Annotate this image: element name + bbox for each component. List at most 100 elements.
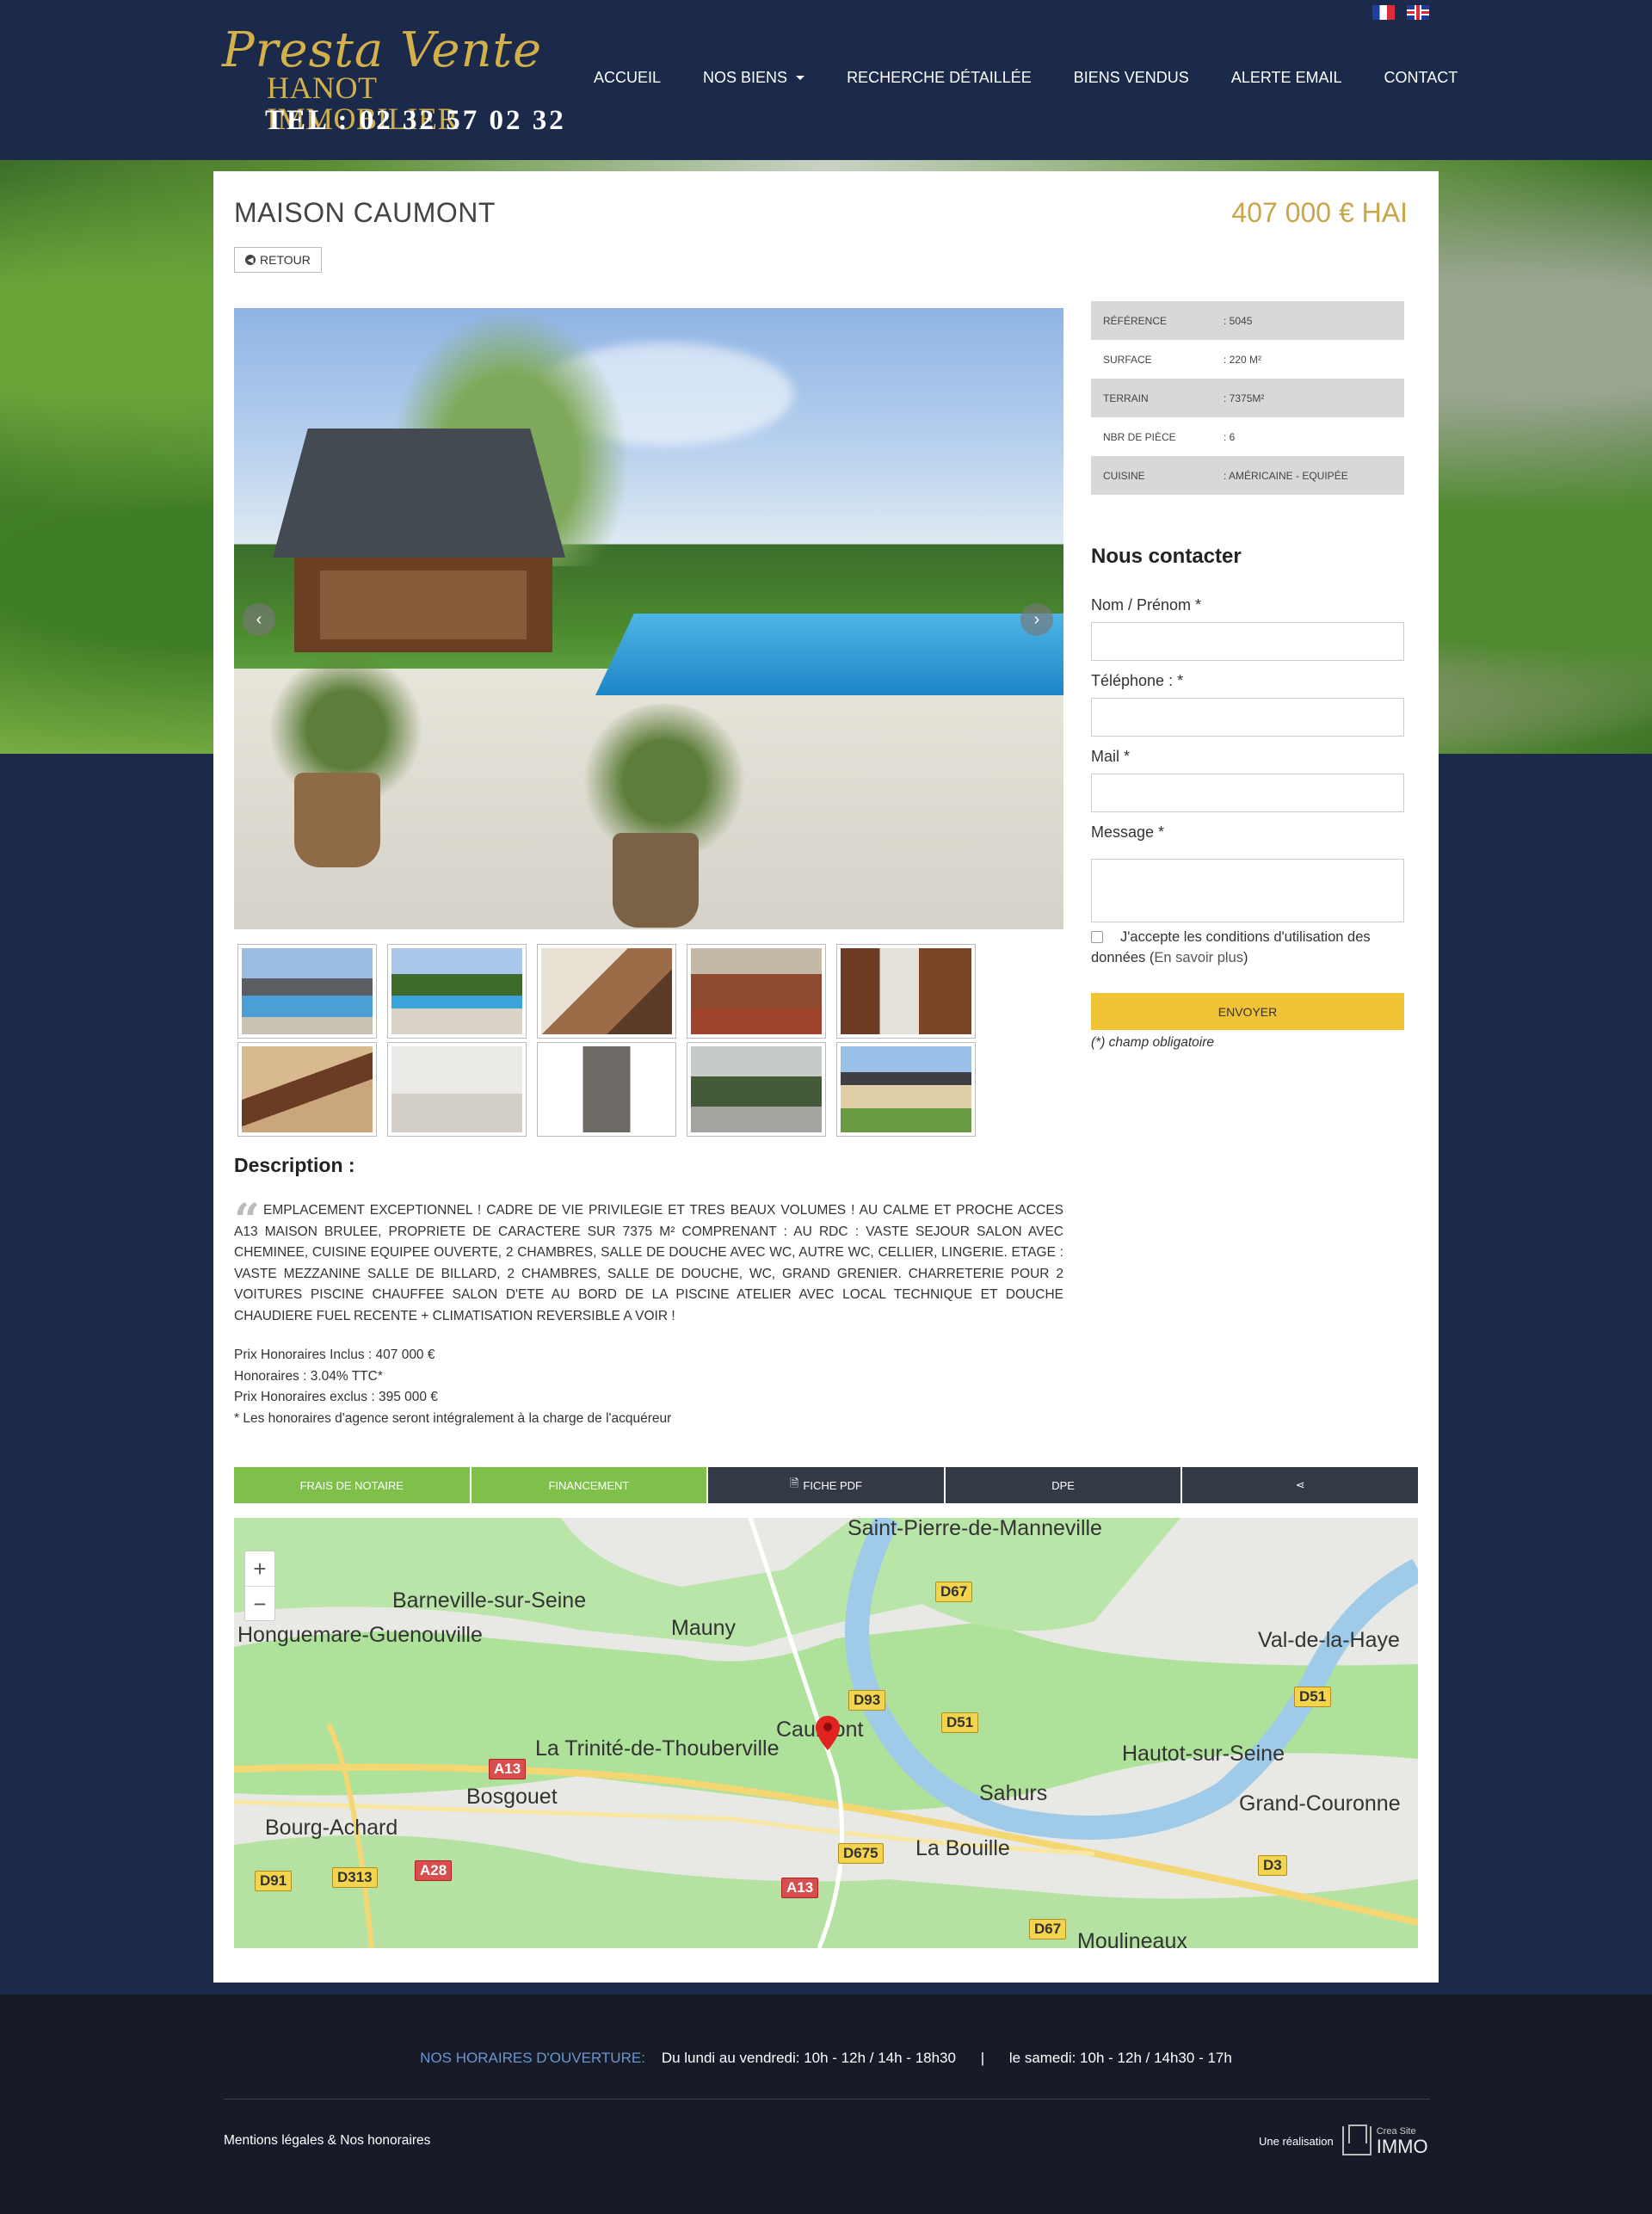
thumbnail[interactable] — [537, 1042, 676, 1137]
nav-biens-vendus[interactable]: BIENS VENDUS — [1074, 69, 1189, 87]
logo-script: Presta Vente — [222, 22, 543, 78]
uk-flag-icon[interactable] — [1407, 5, 1429, 20]
map-place-label: Barneville-sur-Seine — [392, 1588, 587, 1613]
map-place-label: La Trinité-de-Thouberville — [535, 1736, 780, 1761]
nav-contact[interactable]: CONTACT — [1384, 69, 1458, 87]
thumbnail[interactable] — [537, 944, 676, 1039]
thumbnail[interactable] — [836, 1042, 976, 1137]
notary-fees-button[interactable]: FRAIS DE NOTAIRE — [234, 1467, 470, 1503]
credit[interactable]: Une réalisation Crea Site IMMO — [1259, 2125, 1428, 2156]
listing-card: MAISON CAUMONT 407 000 € HAI ◀ RETOUR ‹ … — [213, 171, 1439, 1983]
quote-icon: “ — [234, 1200, 260, 1219]
thumbnail[interactable] — [836, 944, 976, 1039]
message-label: Message * — [1091, 823, 1165, 841]
financing-button[interactable]: FINANCEMENT — [471, 1467, 707, 1503]
thumbnail[interactable] — [237, 1042, 377, 1137]
carousel-next-icon[interactable]: › — [1020, 603, 1053, 636]
name-input[interactable] — [1091, 622, 1404, 661]
message-textarea[interactable] — [1091, 859, 1404, 922]
mandatory-note: (*) champ obligatoire — [1091, 1035, 1215, 1050]
main-photo: ‹ › — [234, 308, 1063, 929]
phone-label: Téléphone : * — [1091, 672, 1184, 689]
map-place-label: Val-de-la-Haye — [1258, 1628, 1400, 1652]
logo-phone: TEL : 02 32 57 02 32 — [265, 105, 566, 136]
fees-line: Prix Honoraires exclus : 395 000 € — [234, 1390, 438, 1404]
consent-row: J'accepte les conditions d'utilisation d… — [1091, 929, 1371, 965]
dpe-button[interactable]: DPE — [945, 1467, 1181, 1503]
fr-flag-icon[interactable] — [1372, 5, 1395, 20]
road-shield: D3 — [1258, 1855, 1287, 1876]
consent-checkbox[interactable] — [1091, 931, 1103, 943]
carousel-prev-icon[interactable]: ‹ — [243, 603, 275, 636]
action-bar: FRAIS DE NOTAIRE FINANCEMENT 🗎 FICHE PDF … — [234, 1467, 1418, 1503]
fees-line: * Les honoraires d'agence seront intégra… — [234, 1410, 672, 1426]
fees-line: Honoraires : 3.04% TTC* — [234, 1368, 383, 1384]
map-place-label: Sahurs — [979, 1781, 1048, 1805]
main-nav: ACCUEIL NOS BIENS RECHERCHE DÉTAILLÉE BI… — [594, 69, 1500, 87]
road-shield: D93 — [848, 1690, 886, 1711]
site-logo[interactable]: Presta Vente HANOT IMMOBILIER TEL : 02 3… — [222, 26, 575, 138]
info-row: NBR DE PIÈCE: 6 — [1103, 430, 1236, 443]
opening-hours: NOS HORAIRES D'OUVERTURE: Du lundi au ve… — [420, 2050, 1232, 2066]
phone-input[interactable] — [1091, 698, 1404, 737]
zoom-in-button[interactable]: + — [245, 1551, 274, 1586]
footer-divider — [224, 2099, 1430, 2100]
nav-alerte-email[interactable]: ALERTE EMAIL — [1231, 69, 1342, 87]
map-pin-icon[interactable] — [816, 1716, 840, 1750]
arrow-left-icon: ◀ — [245, 255, 256, 265]
info-row: SURFACE: 220 M² — [1103, 353, 1262, 366]
description-body: EMPLACEMENT EXCEPTIONNEL ! CADRE DE VIE … — [234, 1203, 1063, 1323]
listing-title: MAISON CAUMONT — [234, 197, 496, 228]
thumbnail[interactable] — [687, 1042, 826, 1137]
nav-nos-biens[interactable]: NOS BIENS — [703, 69, 805, 87]
zoom-out-button[interactable]: − — [245, 1586, 274, 1620]
share-button[interactable]: ⋖ — [1182, 1467, 1418, 1503]
road-shield: D51 — [941, 1712, 979, 1733]
map-place-label: Bourg-Achard — [265, 1816, 398, 1840]
back-label: RETOUR — [260, 253, 311, 267]
road-shield: A13 — [781, 1878, 819, 1898]
thumbnail-gallery — [237, 944, 995, 1137]
description-text: “EMPLACEMENT EXCEPTIONNEL ! CADRE DE VIE… — [234, 1200, 1063, 1327]
file-icon: 🗎 — [789, 1477, 799, 1489]
info-row: TERRAIN: 7375M² — [1091, 379, 1404, 417]
map-place-label: Hautot-sur-Seine — [1122, 1742, 1285, 1766]
map-place-label: Grand-Couronne — [1239, 1792, 1401, 1816]
map-place-label: Saint-Pierre-de-Manneville — [848, 1518, 1102, 1540]
road-shield: D67 — [935, 1582, 973, 1602]
map-place-label: Honguemare-Guenouville — [237, 1623, 483, 1647]
caret-down-icon — [796, 76, 805, 80]
mail-input[interactable] — [1091, 774, 1404, 812]
road-shield: D51 — [1294, 1687, 1332, 1707]
info-row: RÉFÉRENCE: 5045 — [1091, 301, 1404, 340]
contact-title: Nous contacter — [1091, 545, 1242, 568]
nav-recherche[interactable]: RECHERCHE DÉTAILLÉE — [847, 69, 1032, 87]
thumbnail[interactable] — [237, 944, 377, 1039]
learn-more-link[interactable]: En savoir plus — [1154, 950, 1243, 965]
location-map[interactable]: + − Saint-Pierre-de-Manneville Barnevill… — [234, 1518, 1418, 1948]
thumbnail[interactable] — [387, 1042, 527, 1137]
share-icon: ⋖ — [1295, 1478, 1305, 1491]
pdf-sheet-button[interactable]: 🗎 FICHE PDF — [708, 1467, 944, 1503]
language-switcher — [1372, 5, 1429, 20]
site-header: Presta Vente HANOT IMMOBILIER TEL : 02 3… — [0, 0, 1652, 160]
name-label: Nom / Prénom * — [1091, 596, 1202, 614]
road-shield: D313 — [332, 1867, 378, 1888]
send-button[interactable]: ENVOYER — [1091, 993, 1404, 1030]
thumbnail[interactable] — [687, 944, 826, 1039]
road-shield: D675 — [838, 1843, 884, 1864]
back-button[interactable]: ◀ RETOUR — [234, 247, 322, 273]
legal-link[interactable]: Mentions légales & Nos honoraires — [224, 2133, 430, 2149]
fees-line: Prix Honoraires Inclus : 407 000 € — [234, 1348, 435, 1362]
site-footer — [0, 1995, 1652, 2214]
crea-site-immo-logo: Crea Site IMMO — [1341, 2125, 1428, 2156]
description-title: Description : — [234, 1154, 355, 1176]
nav-accueil[interactable]: ACCUEIL — [594, 69, 661, 87]
fees-info: Prix Honoraires Inclus : 407 000 € Honor… — [234, 1345, 671, 1429]
property-info-table: RÉFÉRENCE: 5045 SURFACE: 220 M² TERRAIN:… — [1091, 301, 1404, 495]
map-zoom-control: + − — [244, 1551, 275, 1621]
road-shield: D91 — [255, 1871, 293, 1891]
map-place-label: Mauny — [671, 1616, 737, 1640]
map-place-label: Bosgouet — [466, 1785, 558, 1809]
thumbnail[interactable] — [387, 944, 527, 1039]
